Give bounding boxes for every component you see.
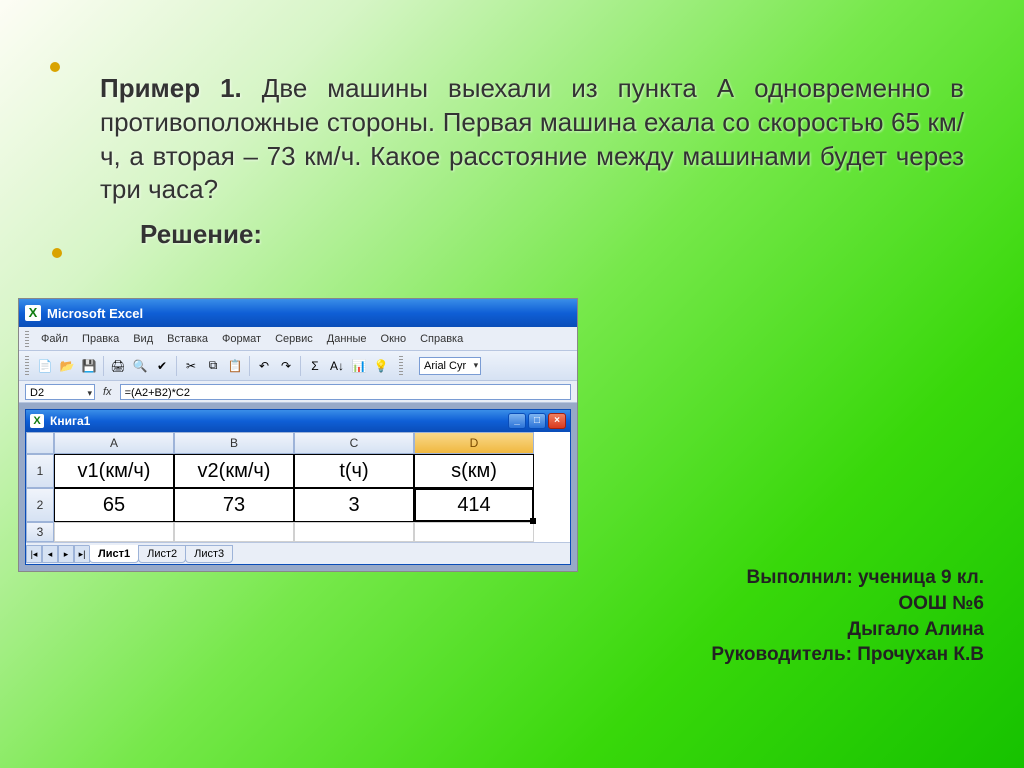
col-header-b[interactable]: B bbox=[174, 432, 294, 454]
workbook-window: X Книга1 _ □ × A B C D 1 v1(км/ч) v2( bbox=[25, 409, 571, 565]
cell-c2[interactable]: 3 bbox=[294, 488, 414, 522]
new-doc-icon[interactable]: 📄 bbox=[35, 356, 55, 376]
problem-text: Пример 1. Две машины выехали из пункта А… bbox=[100, 72, 964, 207]
row-header-2[interactable]: 2 bbox=[26, 488, 54, 522]
formula-input[interactable]: =(A2+B2)*C2 bbox=[120, 384, 571, 400]
app-title: Microsoft Excel bbox=[47, 306, 143, 321]
menu-tools[interactable]: Сервис bbox=[269, 331, 319, 347]
help-icon[interactable]: 💡 bbox=[371, 356, 391, 376]
cell-b3[interactable] bbox=[174, 522, 294, 542]
formula-bar: D2 fx =(A2+B2)*C2 bbox=[19, 381, 577, 403]
menu-edit[interactable]: Правка bbox=[76, 331, 125, 347]
excel-window: X Microsoft Excel Файл Правка Вид Вставк… bbox=[18, 298, 578, 572]
sheet-tab-3[interactable]: Лист3 bbox=[185, 545, 233, 563]
bullet-icon bbox=[50, 62, 60, 72]
sort-icon[interactable]: A↓ bbox=[327, 356, 347, 376]
tab-nav-first[interactable]: |◂ bbox=[26, 545, 42, 563]
menu-format[interactable]: Формат bbox=[216, 331, 267, 347]
workbook-title: Книга1 bbox=[50, 414, 90, 428]
cell-b2[interactable]: 73 bbox=[174, 488, 294, 522]
fx-icon[interactable]: fx bbox=[101, 386, 114, 398]
credit-line: Дыгало Алина bbox=[711, 617, 984, 643]
col-header-a[interactable]: A bbox=[54, 432, 174, 454]
minimize-button[interactable]: _ bbox=[508, 413, 526, 429]
print-icon[interactable]: 🖨 bbox=[108, 356, 128, 376]
col-header-d[interactable]: D bbox=[414, 432, 534, 454]
open-icon[interactable]: 📂 bbox=[57, 356, 77, 376]
save-icon[interactable]: 💾 bbox=[79, 356, 99, 376]
copy-icon[interactable]: ⧉ bbox=[203, 356, 223, 376]
cut-icon[interactable]: ✂ bbox=[181, 356, 201, 376]
preview-icon[interactable]: 🔍 bbox=[130, 356, 150, 376]
separator-icon bbox=[300, 356, 301, 376]
redo-icon[interactable]: ↷ bbox=[276, 356, 296, 376]
problem-title: Пример 1. bbox=[100, 73, 242, 103]
cell-d2[interactable]: 414 bbox=[414, 488, 534, 522]
cell-d3[interactable] bbox=[414, 522, 534, 542]
tab-nav-next[interactable]: ▸ bbox=[58, 545, 74, 563]
excel-icon: X bbox=[25, 305, 41, 321]
workbook-titlebar[interactable]: X Книга1 _ □ × bbox=[26, 410, 570, 432]
cell-b1[interactable]: v2(км/ч) bbox=[174, 454, 294, 488]
undo-icon[interactable]: ↶ bbox=[254, 356, 274, 376]
separator-icon bbox=[249, 356, 250, 376]
maximize-button[interactable]: □ bbox=[528, 413, 546, 429]
titlebar[interactable]: X Microsoft Excel bbox=[19, 299, 577, 327]
excel-icon: X bbox=[30, 414, 44, 428]
chart-icon[interactable]: 📊 bbox=[349, 356, 369, 376]
toolbar: 📄 📂 💾 🖨 🔍 ✔ ✂ ⧉ 📋 ↶ ↷ Σ A↓ 📊 💡 Arial Cyr bbox=[19, 351, 577, 381]
name-box[interactable]: D2 bbox=[25, 384, 95, 400]
select-all-corner[interactable] bbox=[26, 432, 54, 454]
sheet-tab-1[interactable]: Лист1 bbox=[89, 545, 139, 563]
row-header-3[interactable]: 3 bbox=[26, 522, 54, 542]
grip-icon[interactable] bbox=[25, 331, 29, 347]
solution-label: Решение: bbox=[140, 219, 974, 250]
cell-a2[interactable]: 65 bbox=[54, 488, 174, 522]
cell-c1[interactable]: t(ч) bbox=[294, 454, 414, 488]
close-button[interactable]: × bbox=[548, 413, 566, 429]
mdi-area: X Книга1 _ □ × A B C D 1 v1(км/ч) v2( bbox=[19, 403, 577, 571]
spreadsheet-grid: A B C D 1 v1(км/ч) v2(км/ч) t(ч) s(км) 2… bbox=[26, 432, 570, 542]
sum-icon[interactable]: Σ bbox=[305, 356, 325, 376]
paste-icon[interactable]: 📋 bbox=[225, 356, 245, 376]
menu-window[interactable]: Окно bbox=[375, 331, 413, 347]
menu-view[interactable]: Вид bbox=[127, 331, 159, 347]
cell-c3[interactable] bbox=[294, 522, 414, 542]
cell-a1[interactable]: v1(км/ч) bbox=[54, 454, 174, 488]
menu-insert[interactable]: Вставка bbox=[161, 331, 214, 347]
row-header-1[interactable]: 1 bbox=[26, 454, 54, 488]
menu-data[interactable]: Данные bbox=[321, 331, 373, 347]
spell-icon[interactable]: ✔ bbox=[152, 356, 172, 376]
tab-nav-last[interactable]: ▸| bbox=[74, 545, 90, 563]
separator-icon bbox=[176, 356, 177, 376]
cell-d1[interactable]: s(км) bbox=[414, 454, 534, 488]
credit-line: Выполнил: ученица 9 кл. bbox=[711, 565, 984, 591]
menubar: Файл Правка Вид Вставка Формат Сервис Да… bbox=[19, 327, 577, 351]
sheet-tab-2[interactable]: Лист2 bbox=[138, 545, 186, 563]
tab-nav-prev[interactable]: ◂ bbox=[42, 545, 58, 563]
grip-icon[interactable] bbox=[399, 356, 403, 376]
col-header-c[interactable]: C bbox=[294, 432, 414, 454]
credit-line: ООШ №6 bbox=[711, 591, 984, 617]
grip-icon[interactable] bbox=[25, 356, 29, 376]
font-selector[interactable]: Arial Cyr bbox=[419, 357, 481, 375]
menu-help[interactable]: Справка bbox=[414, 331, 469, 347]
cell-a3[interactable] bbox=[54, 522, 174, 542]
sheet-tabs: |◂ ◂ ▸ ▸| Лист1 Лист2 Лист3 bbox=[26, 542, 570, 564]
credit-line: Руководитель: Прочухан К.В bbox=[711, 642, 984, 668]
menu-file[interactable]: Файл bbox=[35, 331, 74, 347]
credits: Выполнил: ученица 9 кл. ООШ №6 Дыгало Ал… bbox=[711, 565, 984, 668]
separator-icon bbox=[103, 356, 104, 376]
bullet-icon bbox=[52, 248, 62, 258]
